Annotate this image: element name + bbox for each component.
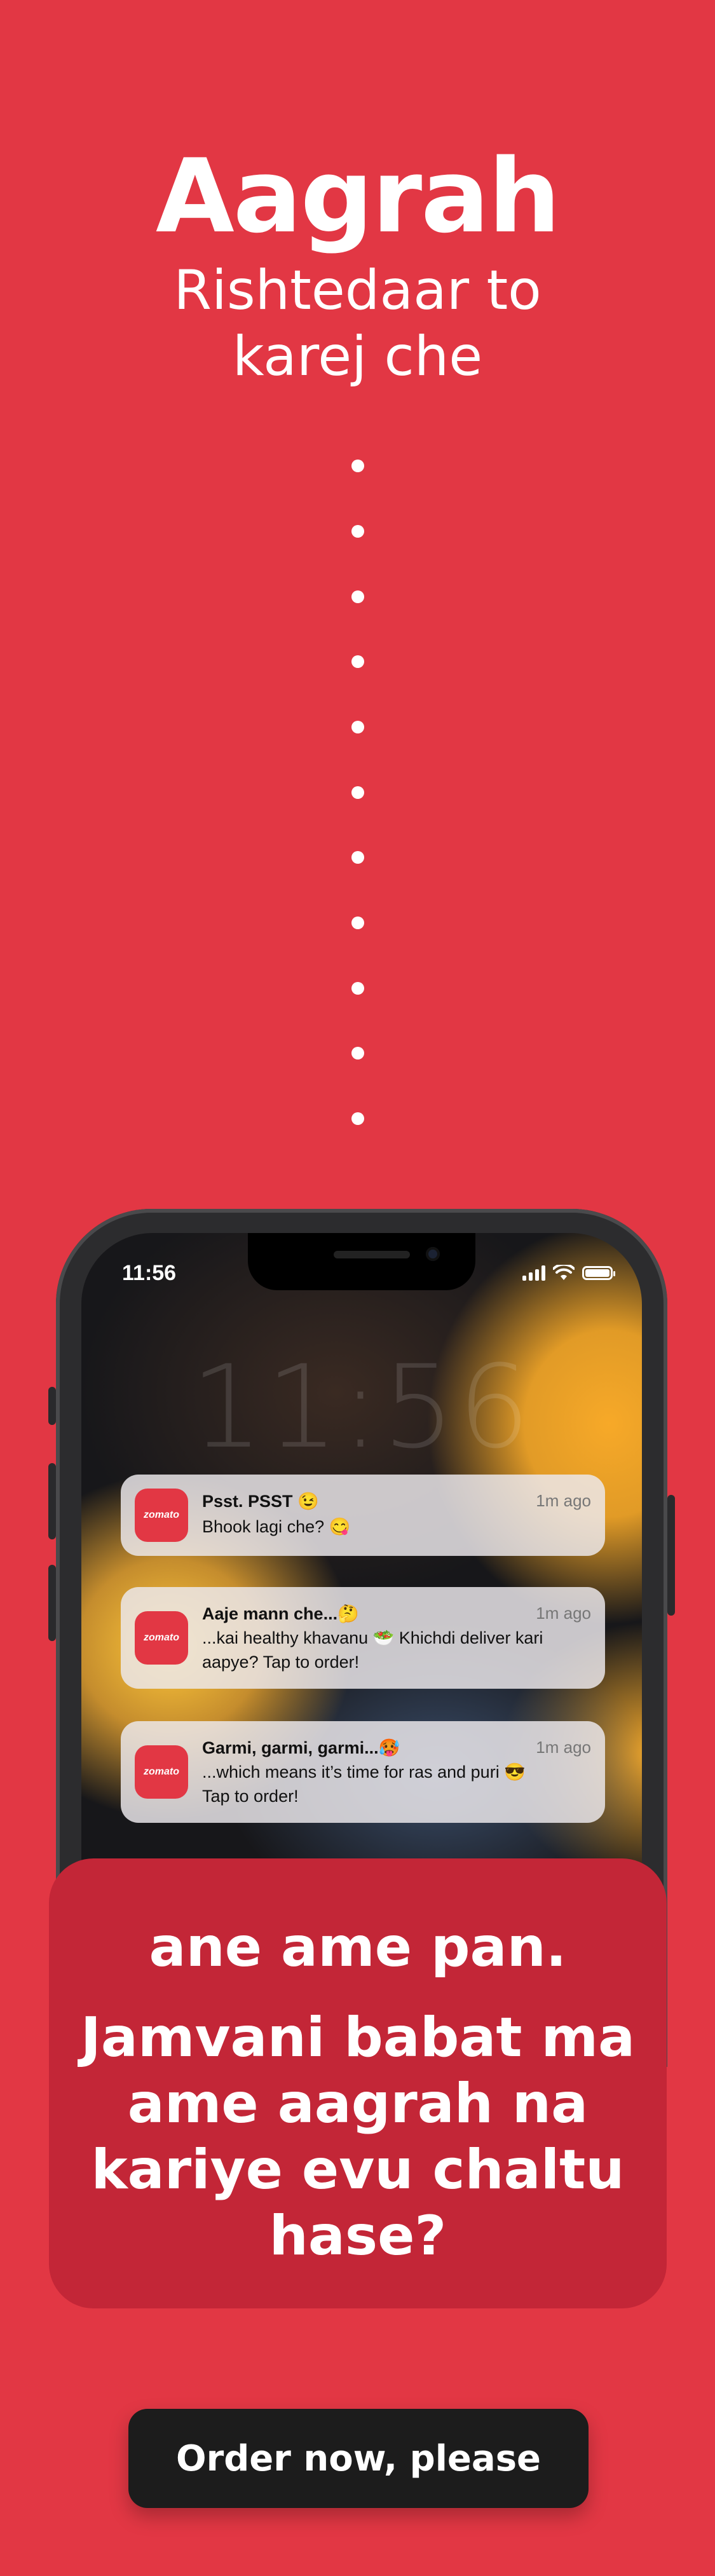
divider-dot [351, 851, 364, 864]
notification-body: Bhook lagi che? 😋 [202, 1517, 351, 1536]
notification-card[interactable]: zomato Psst. PSST 😉 Bhook lagi che? 😋 1m… [121, 1475, 605, 1556]
notification-card[interactable]: zomato Garmi, garmi, garmi...🥵 ...which … [121, 1721, 605, 1823]
phone-power-button [667, 1495, 675, 1616]
zomato-app-icon: zomato [135, 1611, 188, 1665]
card-body-line: ame aagrah na [127, 2072, 589, 2136]
order-now-button[interactable]: Order now, please [128, 2409, 589, 2508]
zomato-app-icon: zomato [135, 1489, 188, 1542]
page-title: Aagrah [155, 137, 561, 256]
signal-icon [522, 1265, 545, 1281]
phone-volume-button [48, 1565, 56, 1641]
divider-dot [351, 1112, 364, 1125]
notification-time: 1m ago [536, 1738, 591, 1757]
divider-dot [351, 1047, 364, 1060]
subtitle-line: karej che [232, 325, 483, 388]
divider-dot [351, 460, 364, 472]
phone-side-button [48, 1387, 56, 1425]
message-card: ane ame pan. Jamvani babat ma ame aagrah… [49, 1858, 667, 2308]
notification-body: Tap to order! [202, 1787, 299, 1806]
notification-title: Psst. PSST 😉 [202, 1492, 319, 1511]
phone-volume-button [48, 1463, 56, 1539]
divider-dot [351, 982, 364, 995]
divider-dot [351, 917, 364, 929]
speaker [334, 1251, 410, 1258]
divider-dot [351, 786, 364, 799]
card-heading: ane ame pan. [149, 1916, 567, 1979]
card-body-line: Jamvani babat ma [80, 2006, 636, 2069]
notification-title: Garmi, garmi, garmi...🥵 [202, 1738, 400, 1757]
notification-body: ...kai healthy khavanu 🥗 Khichdi deliver… [202, 1628, 543, 1647]
divider-dot [351, 721, 364, 733]
notification-time: 1m ago [536, 1491, 591, 1510]
wifi-icon [552, 1263, 575, 1281]
front-camera [426, 1247, 440, 1261]
notification-body: aapye? Tap to order! [202, 1653, 360, 1672]
status-bar-time: 11:56 [122, 1261, 177, 1285]
zomato-app-icon: zomato [135, 1745, 188, 1799]
battery-icon [582, 1266, 615, 1280]
divider-dot [351, 590, 364, 603]
card-body: Jamvani babat ma ame aagrah na kariye ev… [74, 2005, 641, 2269]
card-body-line: hase? [269, 2204, 447, 2268]
notification-card[interactable]: zomato Aaje mann che...🤔 ...kai healthy … [121, 1587, 605, 1689]
notification-time: 1m ago [536, 1604, 591, 1623]
status-icons [522, 1263, 615, 1281]
card-body-line: kariye evu chaltu [91, 2138, 625, 2202]
divider-dot [351, 525, 364, 538]
divider-dot [351, 655, 364, 668]
notch [248, 1233, 475, 1290]
notification-title: Aaje mann che...🤔 [202, 1604, 359, 1623]
notification-body: ...which means it’s time for ras and pur… [202, 1762, 526, 1782]
page-subtitle: Rishtedaar to karej che [0, 257, 715, 390]
lock-screen-clock: 11:56 [190, 1341, 533, 1474]
subtitle-line: Rishtedaar to [174, 259, 541, 322]
